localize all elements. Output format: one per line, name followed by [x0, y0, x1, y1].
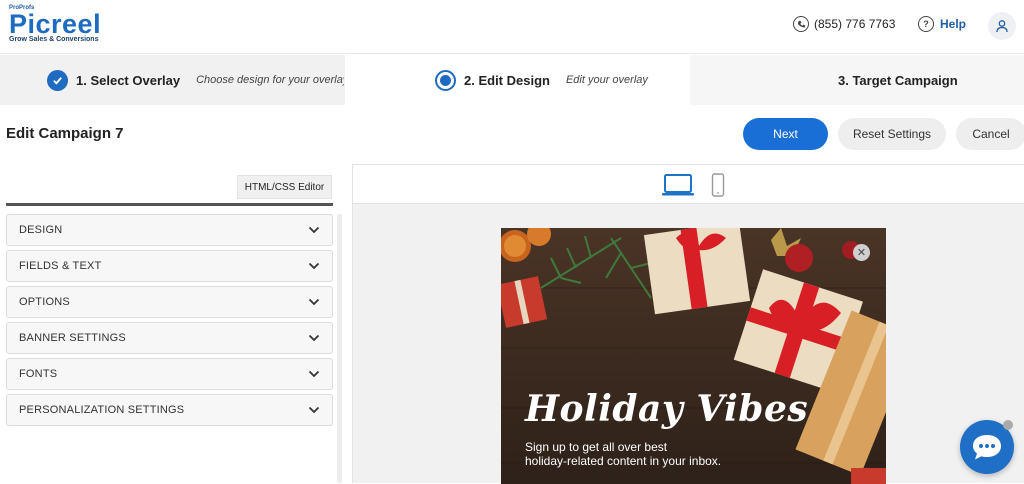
chat-bubble-icon — [973, 435, 1001, 460]
popup-close-icon[interactable]: ✕ — [853, 244, 870, 261]
panel-divider — [6, 203, 333, 206]
picreel-logo[interactable]: ProProfs Picreel Grow Sales & Conversion… — [9, 5, 101, 44]
panel-scrollbar[interactable] — [337, 214, 342, 483]
chevron-down-icon — [308, 334, 320, 342]
page-title: Edit Campaign 7 — [6, 125, 124, 142]
accordion-fonts[interactable]: FONTS — [6, 358, 333, 390]
step-subtitle: Edit your overlay — [565, 74, 648, 86]
accordion-banner-settings[interactable]: BANNER SETTINGS — [6, 322, 333, 354]
logo-name: Picreel — [9, 9, 102, 39]
accordion-label: OPTIONS — [19, 296, 70, 308]
html-css-editor-button[interactable]: HTML/CSS Editor — [237, 175, 332, 199]
cancel-button[interactable]: Cancel — [956, 118, 1024, 150]
phone-number: (855) 776 7763 — [814, 17, 896, 31]
step-title: 3. Target Campaign — [838, 72, 958, 88]
wizard-steps: 1. Select Overlay Choose design for your… — [0, 55, 1024, 105]
accordion-options[interactable]: OPTIONS — [6, 286, 333, 318]
top-header: ProProfs Picreel Grow Sales & Conversion… — [0, 0, 1024, 54]
overlay-popup-preview[interactable]: ✕ Holiday Vibes Sign up to get all over … — [501, 228, 886, 484]
reset-settings-button[interactable]: Reset Settings — [838, 118, 946, 150]
logo-tagline: Grow Sales & Conversions — [9, 36, 99, 43]
accordion-label: FONTS — [19, 368, 58, 380]
step-edit-design[interactable]: 2. Edit Design Edit your overlay — [345, 55, 705, 105]
step-target-campaign[interactable]: 3. Target Campaign — [690, 55, 1024, 105]
next-button[interactable]: Next — [743, 118, 828, 150]
popup-headline: Holiday Vibes — [525, 388, 809, 430]
accordion-design[interactable]: DESIGN — [6, 214, 333, 246]
accordion-label: PERSONALIZATION SETTINGS — [19, 404, 185, 416]
accordion-label: DESIGN — [19, 224, 63, 236]
chevron-down-icon — [308, 406, 320, 414]
popup-body-text: Sign up to get all over best holiday-rel… — [525, 440, 785, 468]
laptop-icon[interactable] — [661, 173, 695, 197]
chevron-down-icon — [308, 226, 320, 234]
phone-icon — [793, 16, 809, 32]
step-subtitle: Choose design for your overlay — [196, 74, 349, 86]
preview-area: ✕ Holiday Vibes Sign up to get all over … — [352, 164, 1024, 484]
question-icon: ? — [918, 16, 934, 32]
popup-body-line: holiday-related content in your inbox. — [525, 454, 722, 468]
step-title: 2. Edit Design — [464, 72, 550, 88]
active-step-icon — [435, 69, 456, 91]
chevron-down-icon — [308, 370, 320, 378]
step-title: 1. Select Overlay — [76, 72, 181, 88]
chevron-down-icon — [308, 262, 320, 270]
help-link[interactable]: ? Help — [918, 16, 966, 32]
check-circle-icon — [47, 69, 68, 91]
accordion-label: FIELDS & TEXT — [19, 260, 102, 272]
popup-body-line: Sign up to get all over best — [525, 440, 668, 454]
accordion-label: BANNER SETTINGS — [19, 332, 126, 344]
chevron-down-icon — [308, 298, 320, 306]
chat-status-dot — [1003, 420, 1013, 430]
user-account-button[interactable] — [988, 12, 1016, 40]
accordion-fields-text[interactable]: FIELDS & TEXT — [6, 250, 333, 282]
device-toggle-bar — [353, 164, 1024, 204]
mobile-icon[interactable] — [711, 173, 725, 197]
help-label: Help — [940, 17, 967, 31]
accordion-personalization-settings[interactable]: PERSONALIZATION SETTINGS — [6, 394, 333, 426]
phone-contact[interactable]: (855) 776 7763 — [793, 16, 895, 32]
settings-accordion: DESIGN FIELDS & TEXT OPTIONS BANNER SETT… — [6, 214, 333, 430]
step-select-overlay[interactable]: 1. Select Overlay Choose design for your… — [0, 55, 358, 105]
user-icon — [996, 20, 1008, 33]
